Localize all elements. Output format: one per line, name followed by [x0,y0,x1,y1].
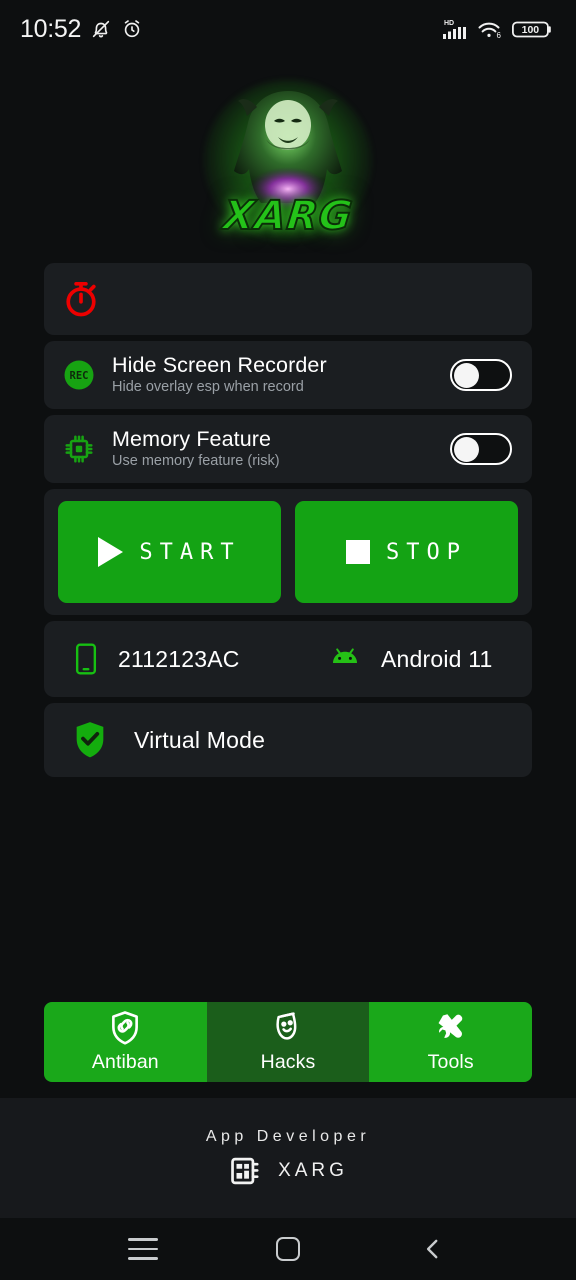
footer: App Developer XARG [0,1098,576,1218]
android-robot-icon [327,646,363,672]
stop-square-icon [346,540,370,564]
tab-hacks[interactable]: Hacks [206,1002,370,1082]
status-time: 10:52 [20,14,82,43]
svg-text:6: 6 [497,31,502,40]
timer-card [44,263,532,335]
tab-tools-label: Tools [427,1051,474,1073]
memory-feature-row[interactable]: Memory Feature Use memory feature (risk) [44,415,532,483]
chevron-left-icon[interactable] [405,1226,461,1272]
start-button[interactable]: START [58,501,281,603]
tab-antiban[interactable]: Antiban [44,1002,207,1082]
tab-tools[interactable]: Tools [369,1002,532,1082]
logo-wordmark: XARG [220,192,356,240]
status-bar: 10:52 HD 6 100 [0,0,576,58]
hide-screen-recorder-row[interactable]: REC Hide Screen Recorder Hide overlay es… [44,341,532,409]
menu-icon[interactable] [115,1226,171,1272]
svg-text:100: 100 [522,24,540,36]
mute-bell-icon [90,18,112,40]
app-logo: XARG [0,58,576,263]
wrench-screwdriver-icon [434,1010,468,1046]
shield-check-icon [62,720,108,760]
smartphone-icon [72,642,100,676]
memory-feature-toggle[interactable] [450,433,512,465]
virtual-mode-card: Virtual Mode [44,703,532,777]
chip-badge-icon [228,1154,262,1188]
hide-screen-recorder-subtitle: Hide overlay esp when record [112,379,304,396]
logo-artwork: XARG [204,77,372,245]
home-square-icon[interactable] [260,1226,316,1272]
stop-button[interactable]: STOP [295,501,518,603]
hide-screen-recorder-text: Hide Screen Recorder Hide overlay esp wh… [112,353,436,397]
rec-icon: REC [60,358,98,392]
status-bar-right: HD 6 100 [442,18,554,40]
toggle-knob [454,363,479,388]
stopwatch-icon [60,278,102,320]
memory-feature-text: Memory Feature Use memory feature (risk) [112,427,436,471]
start-button-label: START [139,539,241,565]
theater-mask-icon [271,1010,305,1046]
action-buttons-card: START STOP [44,489,532,615]
memory-feature-subtitle: Use memory feature (risk) [112,453,280,470]
device-model-cell: 2112123AC [62,642,327,676]
shield-link-icon [108,1010,142,1046]
stop-button-label: STOP [386,539,467,565]
android-version-cell: Android 11 [327,646,493,673]
tab-hacks-label: Hacks [260,1051,316,1073]
memory-chip-icon [60,433,98,465]
signal-bars-icon: HD [442,18,468,40]
toggle-knob [454,437,479,462]
status-bar-left: 10:52 [20,15,143,44]
wifi-icon: 6 [477,18,503,40]
hide-screen-recorder-toggle[interactable] [450,359,512,391]
bottom-tabs: Antiban Hacks Tools [44,1002,532,1082]
virtual-mode-label: Virtual Mode [134,726,266,753]
device-model: 2112123AC [118,645,240,672]
footer-title: App Developer [205,1128,371,1145]
android-nav-bar [0,1218,576,1280]
footer-developer-name: XARG [278,1160,348,1181]
footer-developer: XARG [228,1154,348,1188]
device-info-card: 2112123AC Android 11 [44,621,532,697]
app-screen: 10:52 HD 6 100 XARG REC Hide Screen Reco… [0,0,576,1280]
memory-feature-title: Memory Feature [112,427,272,452]
svg-text:HD: HD [444,20,454,27]
tab-antiban-label: Antiban [91,1051,159,1073]
play-icon [98,537,124,567]
svg-text:REC: REC [70,370,89,382]
android-version: Android 11 [381,645,493,672]
hide-screen-recorder-title: Hide Screen Recorder [112,353,327,378]
alarm-clock-icon [121,18,143,40]
battery-icon: 100 [512,18,554,40]
